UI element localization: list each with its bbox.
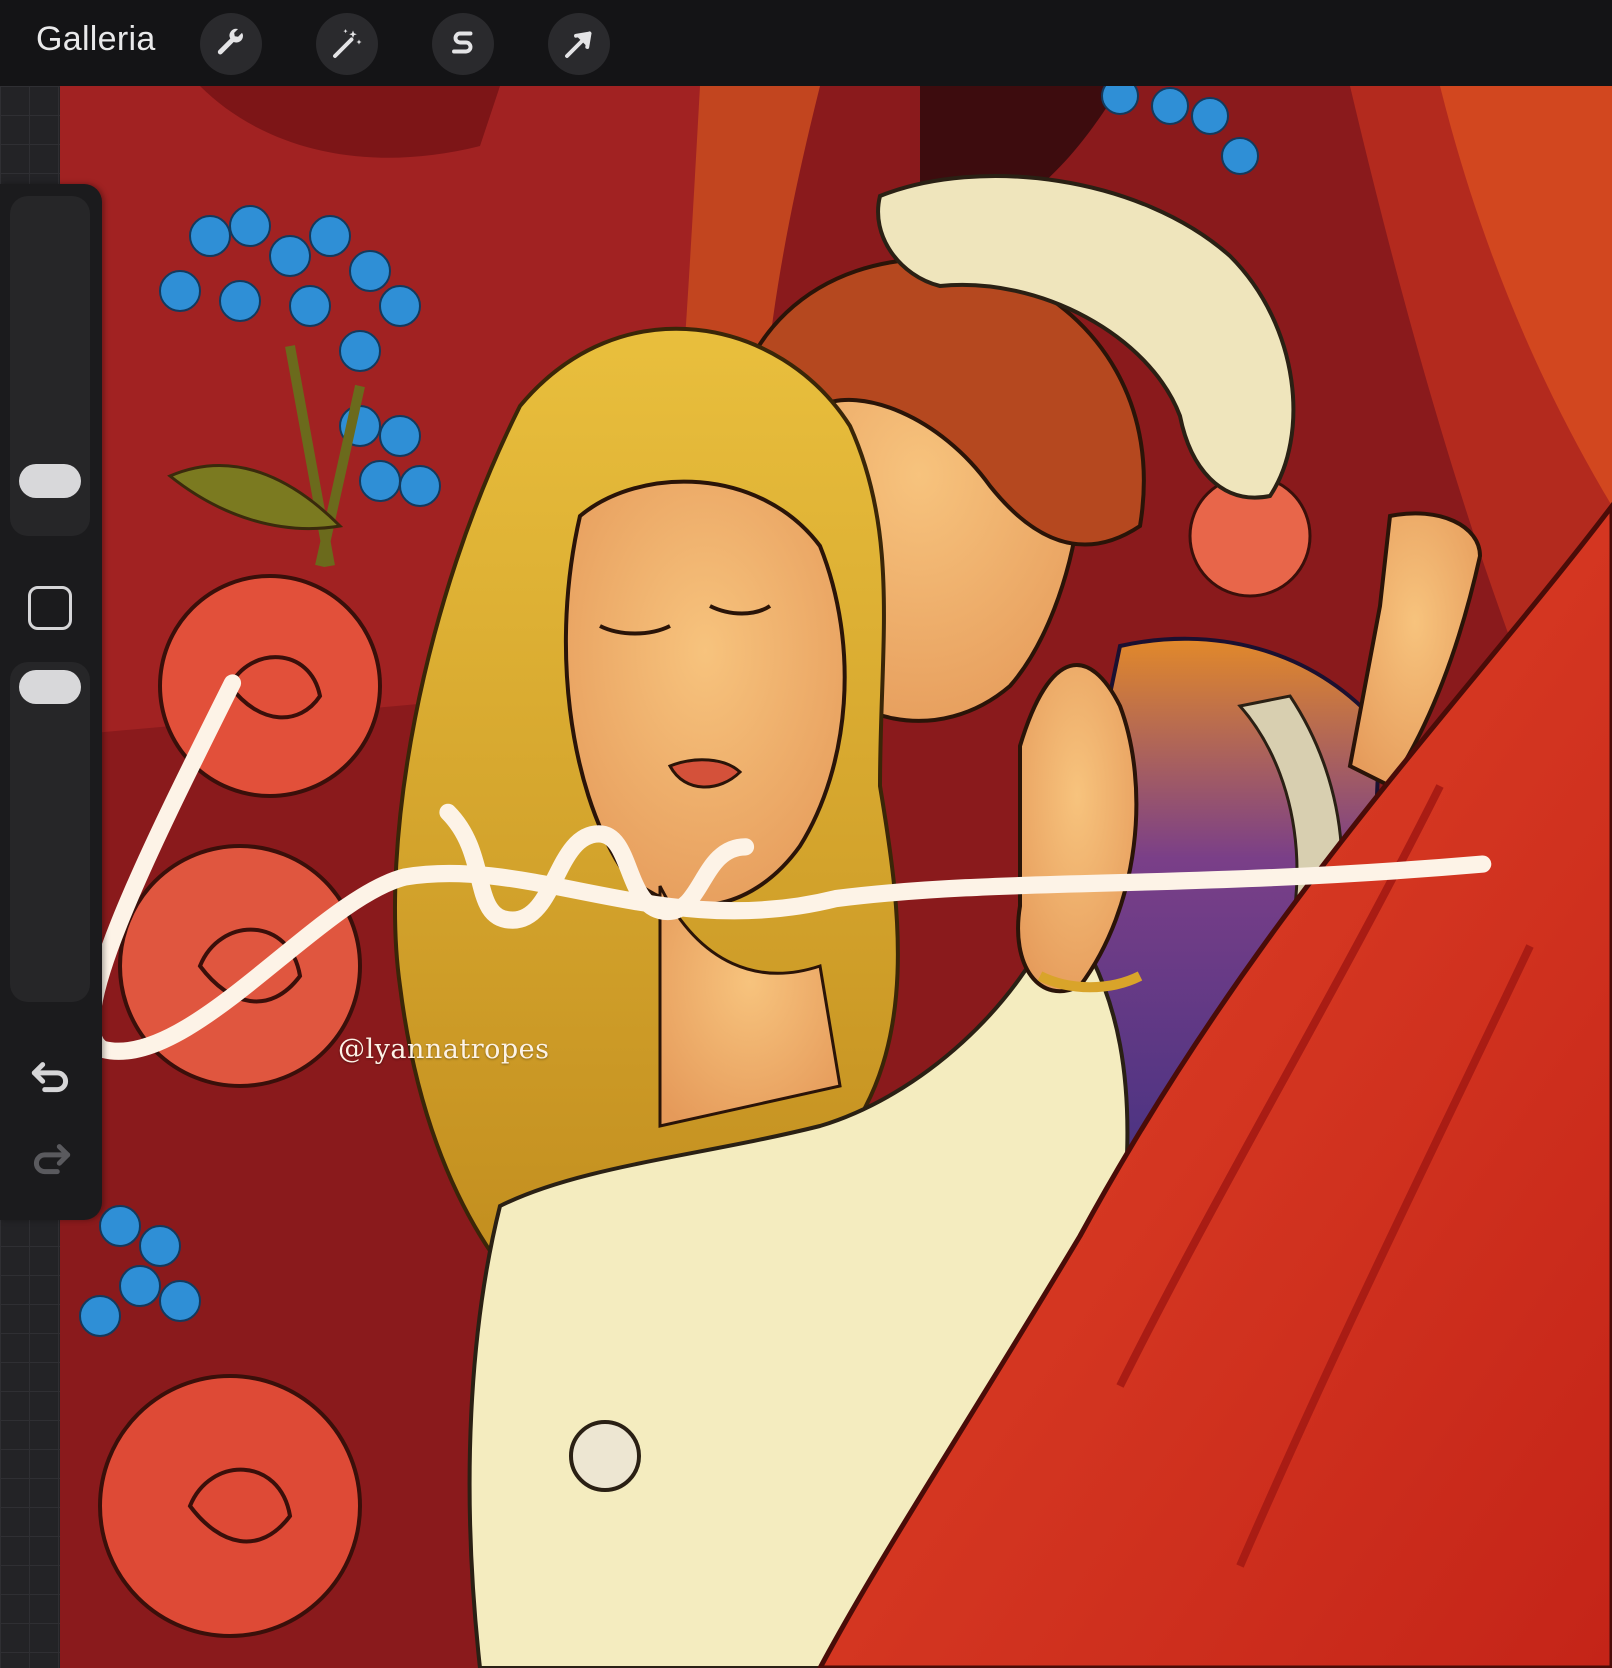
magic-wand-icon [333, 29, 362, 58]
gallery-button[interactable]: Galleria [36, 20, 156, 59]
top-toolbar: Galleria [0, 0, 1612, 86]
modify-button[interactable] [28, 586, 72, 630]
actions-button[interactable] [200, 13, 262, 75]
adjustments-button[interactable] [316, 13, 378, 75]
brush-size-slider[interactable] [10, 196, 90, 536]
redo-button[interactable] [26, 1132, 76, 1182]
redo-icon [34, 1144, 71, 1175]
transform-button[interactable] [548, 13, 610, 75]
selection-button[interactable] [432, 13, 494, 75]
opacity-slider[interactable] [10, 662, 90, 1002]
left-sidebar [0, 184, 102, 1220]
brush-size-thumb[interactable] [19, 464, 81, 498]
arrow-cursor-icon [565, 31, 592, 58]
selection-s-icon [452, 31, 473, 54]
undo-button[interactable] [26, 1050, 76, 1100]
artist-handle: @lyannatropes [338, 1034, 550, 1065]
signature-mark [83, 674, 1492, 1060]
wrench-icon [217, 28, 244, 55]
drawing-canvas[interactable]: @lyannatropes [60, 86, 1612, 1668]
opacity-thumb[interactable] [19, 670, 81, 704]
undo-icon [31, 1062, 68, 1093]
